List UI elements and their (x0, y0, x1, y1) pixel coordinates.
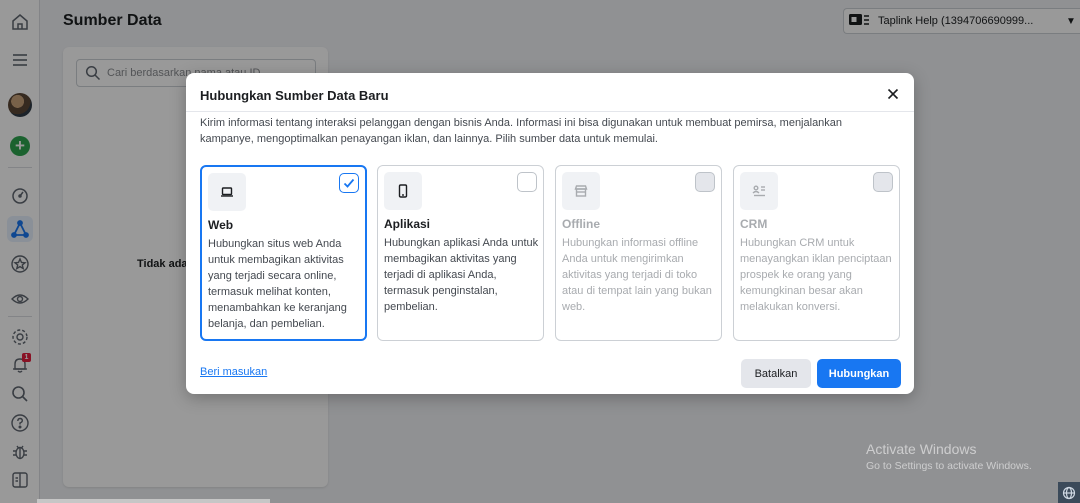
option-title: Web (208, 218, 234, 232)
mobile-icon (384, 172, 422, 210)
option-description: Hubungkan situs web Anda untuk membagika… (208, 238, 347, 330)
option-checkbox (695, 172, 715, 192)
option-checkbox[interactable] (339, 173, 359, 193)
option-description: Hubungkan aplikasi Anda untuk membagikan… (384, 237, 539, 313)
option-title: Offline (562, 217, 600, 231)
option-card-web[interactable]: Web Hubungkan situs web Anda untuk memba… (200, 165, 367, 341)
watermark-title: Activate Windows (866, 441, 977, 457)
horizontal-scrollbar[interactable] (37, 499, 270, 503)
check-icon (343, 178, 355, 188)
option-description: Hubungkan informasi offline Anda untuk m… (562, 237, 712, 313)
option-title: CRM (740, 217, 768, 231)
dialog-divider (186, 111, 914, 112)
option-card-crm: CRM Hubungkan CRM untuk menayangkan ikla… (733, 165, 900, 341)
dialog-description: Kirim informasi tentang interaksi pelang… (200, 117, 843, 145)
option-card-app[interactable]: Aplikasi Hubungkan aplikasi Anda untuk m… (377, 165, 544, 341)
option-title: Aplikasi (384, 217, 431, 231)
option-checkbox[interactable] (517, 172, 537, 192)
connect-data-source-dialog: Hubungkan Sumber Data Baru Kirim informa… (186, 73, 914, 394)
dialog-title: Hubungkan Sumber Data Baru (200, 88, 389, 103)
windows-activation-watermark: Activate Windows Go to Settings to activ… (866, 441, 1032, 472)
cancel-button[interactable]: Batalkan (741, 359, 811, 388)
globe-icon[interactable] (1058, 482, 1080, 503)
option-checkbox (873, 172, 893, 192)
option-card-offline: Offline Hubungkan informasi offline Anda… (555, 165, 722, 341)
laptop-icon (208, 173, 246, 211)
feedback-link[interactable]: Beri masukan (200, 366, 267, 378)
watermark-subtitle: Go to Settings to activate Windows. (866, 460, 1032, 472)
option-description: Hubungkan CRM untuk menayangkan iklan pe… (740, 237, 892, 313)
store-icon (562, 172, 600, 210)
close-icon[interactable] (885, 86, 901, 102)
crm-icon (740, 172, 778, 210)
connect-button[interactable]: Hubungkan (817, 359, 901, 388)
